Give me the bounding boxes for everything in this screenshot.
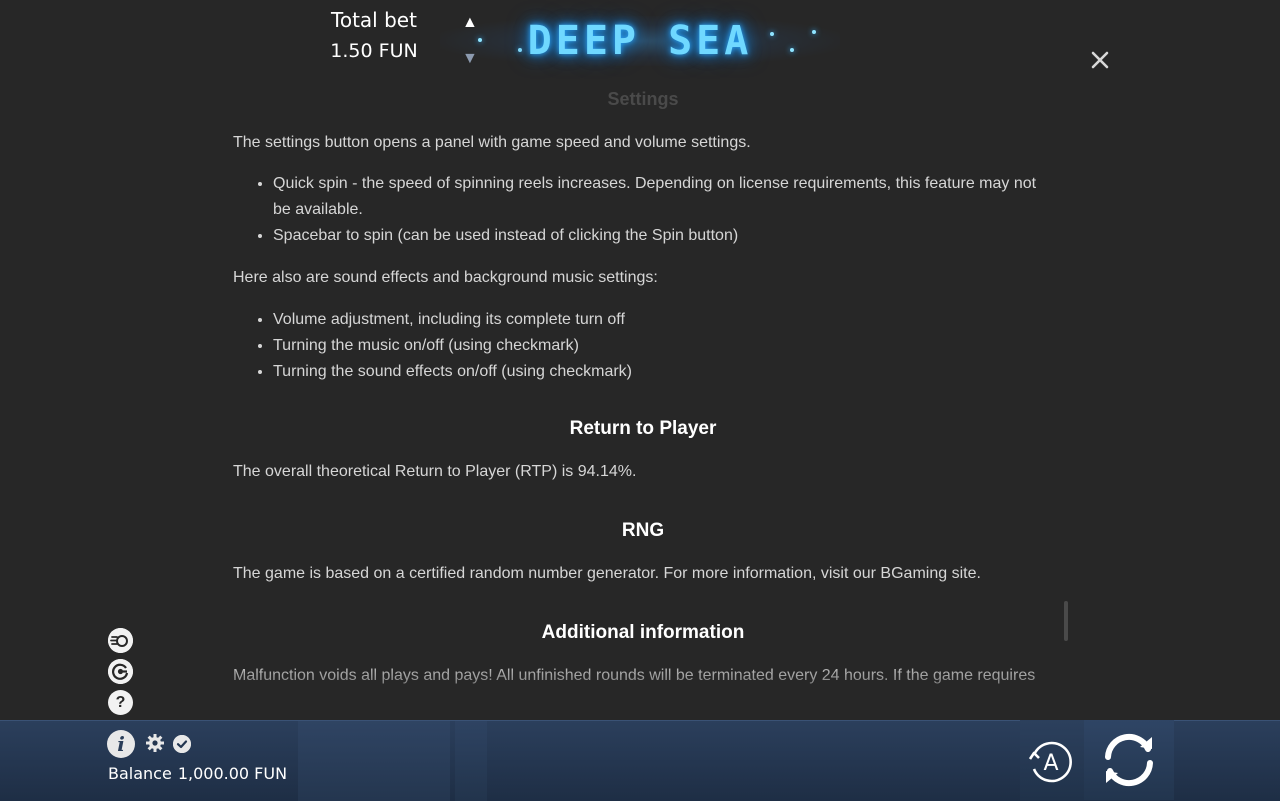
settings-button[interactable]: [145, 733, 165, 753]
logo-sparkle: [478, 38, 482, 42]
close-button[interactable]: [1086, 46, 1114, 74]
question-icon: ?: [115, 693, 126, 711]
bet-arrows-panel: [455, 721, 487, 801]
sound-toggle-button[interactable]: [108, 628, 133, 653]
logo-sparkle: [770, 32, 774, 36]
list-item: Spacebar to spin (can be used instead of…: [273, 223, 1053, 249]
sound-intro: Here also are sound effects and backgrou…: [233, 269, 658, 286]
history-button[interactable]: [108, 659, 133, 684]
bet-panel: [298, 721, 450, 801]
logo-text: DEEP SEA: [527, 18, 753, 64]
history-icon: [108, 659, 133, 684]
list-item: Volume adjustment, including its complet…: [273, 307, 1053, 333]
section-heading-additional: Additional information: [541, 622, 745, 643]
scrollbar-thumb[interactable]: [1064, 601, 1068, 641]
logo-sparkle: [518, 48, 522, 52]
info-icon: i: [117, 732, 125, 756]
sound-list: Volume adjustment, including its complet…: [233, 307, 1053, 385]
rtp-text: The overall theoretical Return to Player…: [233, 463, 637, 480]
help-button[interactable]: ?: [108, 690, 133, 715]
settings-intro: The settings button opens a panel with g…: [233, 134, 751, 151]
balance-value: 1,000.00 FUN: [177, 764, 288, 783]
logo-sparkle: [812, 30, 816, 34]
total-bet-label: Total bet: [331, 8, 417, 32]
total-bet-value: 1.50 FUN: [330, 40, 418, 62]
sound-coin-icon: [108, 628, 133, 653]
section-heading-rtp: Return to Player: [569, 418, 717, 439]
rules-content[interactable]: Settings The settings button opens a pan…: [233, 86, 1053, 718]
verified-check-icon: [173, 735, 191, 753]
autoplay-label: A: [1043, 751, 1058, 776]
list-item: Quick spin - the speed of spinning reels…: [273, 171, 1053, 223]
spin-arrows-icon: [1105, 733, 1153, 787]
balance-display: Balance 1,000.00 FUN: [108, 764, 293, 783]
settings-list: Quick spin - the speed of spinning reels…: [233, 171, 1053, 249]
gear-icon: [146, 734, 164, 752]
list-item: Turning the music on/off (using checkmar…: [273, 333, 1053, 359]
bet-decrease-button[interactable]: ▼: [462, 50, 478, 68]
game-logo: DEEP SEA: [440, 8, 840, 74]
additional-text: Malfunction voids all plays and pays! Al…: [233, 667, 1036, 684]
verified-button[interactable]: [173, 735, 191, 753]
balance-label: Balance: [108, 764, 172, 783]
autoplay-icon: A: [1028, 741, 1072, 783]
bet-increase-button[interactable]: ▲: [462, 14, 478, 32]
section-heading-settings: Settings: [607, 89, 679, 109]
logo-sparkle: [790, 48, 794, 52]
section-heading-rng: RNG: [621, 520, 665, 541]
close-icon: [1091, 51, 1109, 69]
rng-text: The game is based on a certified random …: [233, 565, 981, 582]
spin-button[interactable]: [1094, 727, 1164, 793]
autoplay-button[interactable]: A: [1026, 737, 1076, 787]
info-button[interactable]: i: [107, 730, 135, 758]
list-item: Turning the sound effects on/off (using …: [273, 359, 1053, 385]
